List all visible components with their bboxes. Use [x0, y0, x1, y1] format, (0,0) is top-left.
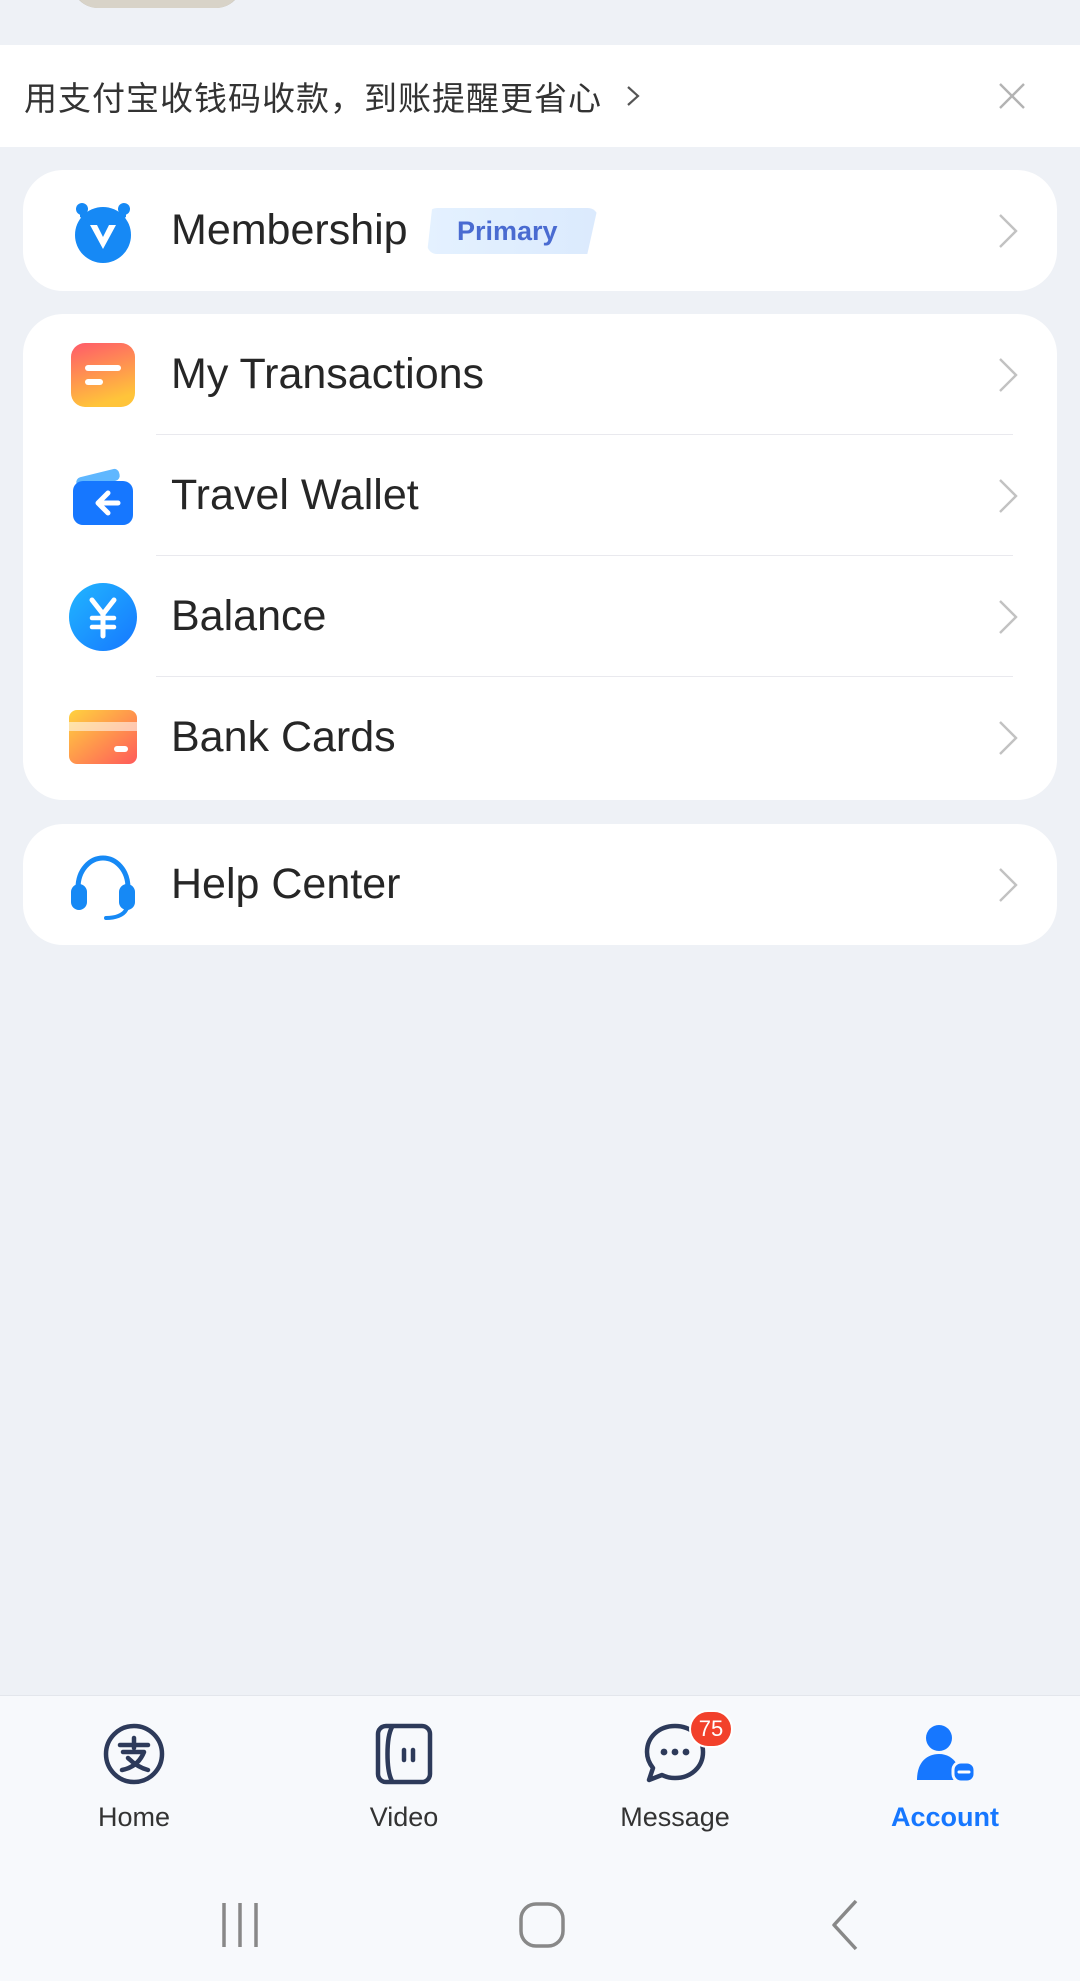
nav-home[interactable]: Home: [34, 1718, 234, 1833]
primary-badge: Primary: [427, 208, 598, 254]
menu-item-label: Travel Wallet: [171, 471, 419, 519]
bottom-nav: Home Video 75 Message Account: [0, 1695, 1080, 1866]
menu-item-label: My Transactions: [171, 350, 485, 398]
chevron-right-icon: [999, 357, 1018, 392]
avatar[interactable]: [72, 0, 242, 8]
nav-label: Home: [97, 1802, 171, 1832]
video-icon: [368, 1718, 440, 1790]
menu-item-my-transactions[interactable]: My Transactions: [23, 314, 1057, 435]
message-icon: 75: [639, 1710, 733, 1790]
promo-banner[interactable]: 用支付宝收钱码收款，到账提醒更省心: [0, 45, 1080, 147]
chevron-right-icon: [999, 213, 1018, 248]
nav-account[interactable]: Account: [845, 1718, 1045, 1833]
membership-icon: [67, 195, 139, 267]
help-card[interactable]: Help Center: [23, 824, 1057, 945]
nav-label: Account: [891, 1802, 999, 1832]
menu-item-balance[interactable]: Balance: [23, 556, 1057, 677]
membership-row[interactable]: Membership Primary: [23, 170, 1057, 291]
chevron-right-icon: [999, 867, 1018, 902]
headset-icon: [67, 849, 139, 921]
nav-label: Video: [369, 1802, 439, 1832]
chevron-right-icon: [999, 720, 1018, 755]
transactions-icon: [67, 339, 139, 411]
menu-item-travel-wallet[interactable]: Travel Wallet: [23, 435, 1057, 556]
home-button-icon[interactable]: [512, 1895, 572, 1955]
balance-icon: [67, 581, 139, 653]
membership-label: Membership: [171, 206, 408, 254]
nav-label: Message: [620, 1802, 730, 1832]
close-icon[interactable]: [996, 80, 1028, 112]
travel-wallet-icon: [67, 460, 139, 532]
system-nav-bar: [0, 1865, 1080, 1981]
recent-apps-icon[interactable]: [210, 1895, 270, 1955]
menu-card: My Transactions Travel Wallet Balance Ba…: [23, 314, 1057, 800]
back-icon[interactable]: [816, 1895, 876, 1955]
membership-card[interactable]: Membership Primary: [23, 170, 1057, 291]
menu-item-label: Balance: [171, 592, 327, 640]
menu-item-bank-cards[interactable]: Bank Cards: [23, 677, 1057, 798]
chevron-right-icon: [999, 599, 1018, 634]
bank-cards-icon: [67, 702, 139, 774]
message-count-badge: 75: [689, 1710, 733, 1748]
home-alipay-icon: [98, 1718, 170, 1790]
menu-item-label: Bank Cards: [171, 713, 396, 761]
nav-message[interactable]: 75 Message: [575, 1710, 775, 1833]
account-icon: [909, 1718, 981, 1790]
chevron-right-icon: [627, 86, 640, 106]
chevron-right-icon: [999, 478, 1018, 513]
help-center-row[interactable]: Help Center: [23, 824, 1057, 945]
help-center-label: Help Center: [171, 860, 401, 908]
banner-text: 用支付宝收钱码收款，到账提醒更省心: [24, 79, 602, 118]
nav-video[interactable]: Video: [304, 1718, 504, 1833]
top-strip: [0, 0, 1080, 45]
